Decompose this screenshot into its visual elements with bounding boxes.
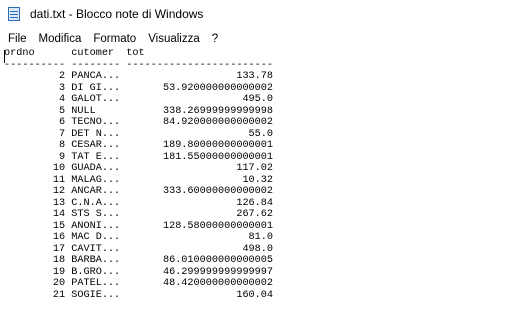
- row-tot: 84.920000000000002: [120, 117, 274, 128]
- row-cutomer: CESAR...: [65, 140, 121, 151]
- row-cutomer: ANONI...: [65, 220, 121, 232]
- row-tot: 10.32: [120, 174, 274, 186]
- menu-file[interactable]: File: [7, 33, 28, 45]
- row-ordno: 12: [4, 186, 66, 197]
- text-content[interactable]: ordno cutomer tot ---------- -------- --…: [4, 48, 273, 301]
- row-ordno: 20: [4, 278, 66, 289]
- table-row: 5 NULL 338.26999999999998: [4, 106, 273, 117]
- table-row: 7 DET N... 55.0: [4, 129, 273, 140]
- row-tot: 55.0: [120, 128, 274, 140]
- row-ordno: 17: [4, 243, 66, 255]
- table-row: 3 DI GI... 53.920000000000002: [4, 83, 273, 94]
- row-ordno: 6: [4, 117, 66, 128]
- row-ordno: 2: [4, 71, 66, 82]
- table-row: 17 CAVIT... 498.0: [4, 244, 273, 255]
- row-ordno: 5: [4, 105, 66, 117]
- table-row: 19 B.GRO... 46.299999999999997: [4, 267, 273, 278]
- row-tot: 267.62: [120, 209, 274, 220]
- menu-help[interactable]: ?: [211, 33, 219, 45]
- menu-visualizza[interactable]: Visualizza: [147, 33, 201, 45]
- table-row: 9 TAT E... 181.55000000000001: [4, 152, 273, 163]
- row-tot: 48.420000000000002: [120, 278, 274, 289]
- menu-bar: File Modifica Formato Visualizza ?: [0, 29, 512, 48]
- table-row: 16 MAC D... 81.0: [4, 232, 273, 243]
- row-cutomer: NULL: [65, 105, 121, 117]
- row-ordno: 14: [4, 209, 66, 220]
- row-cutomer: ANCAR...: [65, 186, 121, 197]
- table-row: 12 ANCAR... 333.60000000000002: [4, 186, 273, 197]
- row-cutomer: GUADA...: [65, 163, 121, 174]
- row-tot: 126.84: [120, 197, 274, 209]
- table-row: 20 PATEL... 48.420000000000002: [4, 278, 273, 289]
- row-tot: 498.0: [120, 243, 274, 255]
- row-cutomer: PANCA...: [65, 71, 121, 82]
- row-ordno: 13: [4, 197, 66, 209]
- notepad-icon: [8, 7, 20, 21]
- table-row: 4 GALOT... 495.0: [4, 94, 273, 105]
- table-row: 13 C.N.A... 126.84: [4, 198, 273, 209]
- table-row: 21 SOGIE... 160.04: [4, 290, 273, 301]
- row-cutomer: BARBA...: [65, 255, 121, 266]
- window-title: dati.txt - Blocco note di Windows: [30, 7, 204, 21]
- row-ordno: 11: [4, 174, 66, 186]
- row-tot: 128.58000000000001: [120, 220, 274, 232]
- row-tot: 181.55000000000001: [120, 151, 274, 163]
- row-cutomer: TAT E...: [65, 151, 121, 163]
- row-ordno: 7: [4, 128, 66, 140]
- row-ordno: 18: [4, 255, 66, 266]
- row-ordno: 4: [4, 94, 66, 105]
- menu-formato[interactable]: Formato: [92, 33, 137, 45]
- row-cutomer: TECNO...: [65, 117, 121, 128]
- table-row: 10 GUADA... 117.02: [4, 163, 273, 174]
- row-ordno: 10: [4, 163, 66, 174]
- row-tot: 333.60000000000002: [120, 186, 274, 197]
- row-tot: 53.920000000000002: [120, 82, 274, 94]
- row-tot: 189.80000000000001: [120, 140, 274, 151]
- row-tot: 133.78: [120, 71, 274, 82]
- table-row: 11 MALAG... 10.32: [4, 175, 273, 186]
- row-ordno: 16: [4, 232, 66, 243]
- row-cutomer: GALOT...: [65, 94, 121, 105]
- row-tot: 160.04: [120, 289, 274, 301]
- row-ordno: 8: [4, 140, 66, 151]
- row-cutomer: SOGIE...: [65, 289, 121, 301]
- text-caret: [4, 50, 5, 63]
- table-row: 15 ANONI... 128.58000000000001: [4, 221, 273, 232]
- row-tot: 81.0: [120, 232, 274, 243]
- table-row: 14 STS S... 267.62: [4, 209, 273, 220]
- header-line: ordno cutomer tot: [4, 48, 145, 59]
- title-bar: dati.txt - Blocco note di Windows: [0, 0, 512, 29]
- separator-line: ---------- -------- --------------------…: [4, 59, 273, 71]
- row-cutomer: MAC D...: [65, 232, 121, 243]
- row-cutomer: DET N...: [65, 128, 121, 140]
- row-cutomer: MALAG...: [65, 174, 121, 186]
- menu-modifica[interactable]: Modifica: [38, 33, 83, 45]
- row-ordno: 15: [4, 220, 66, 232]
- text-editor[interactable]: ordno cutomer tot ---------- -------- --…: [0, 48, 512, 330]
- row-cutomer: CAVIT...: [65, 243, 121, 255]
- row-cutomer: STS S...: [65, 209, 121, 220]
- row-cutomer: PATEL...: [65, 278, 121, 289]
- row-tot: 117.02: [120, 163, 274, 174]
- row-ordno: 9: [4, 151, 66, 163]
- table-row: 2 PANCA... 133.78: [4, 71, 273, 82]
- row-cutomer: B.GRO...: [65, 266, 121, 278]
- row-ordno: 21: [4, 289, 66, 301]
- row-tot: 86.010000000000005: [120, 255, 274, 266]
- row-ordno: 19: [4, 266, 66, 278]
- table-row: 18 BARBA... 86.010000000000005: [4, 255, 273, 266]
- table-row: 8 CESAR... 189.80000000000001: [4, 140, 273, 151]
- row-tot: 495.0: [120, 94, 274, 105]
- row-tot: 338.26999999999998: [120, 105, 274, 117]
- table-row: 6 TECNO... 84.920000000000002: [4, 117, 273, 128]
- row-cutomer: C.N.A...: [65, 197, 121, 209]
- row-cutomer: DI GI...: [65, 82, 121, 94]
- row-ordno: 3: [4, 82, 66, 94]
- row-tot: 46.299999999999997: [120, 266, 274, 278]
